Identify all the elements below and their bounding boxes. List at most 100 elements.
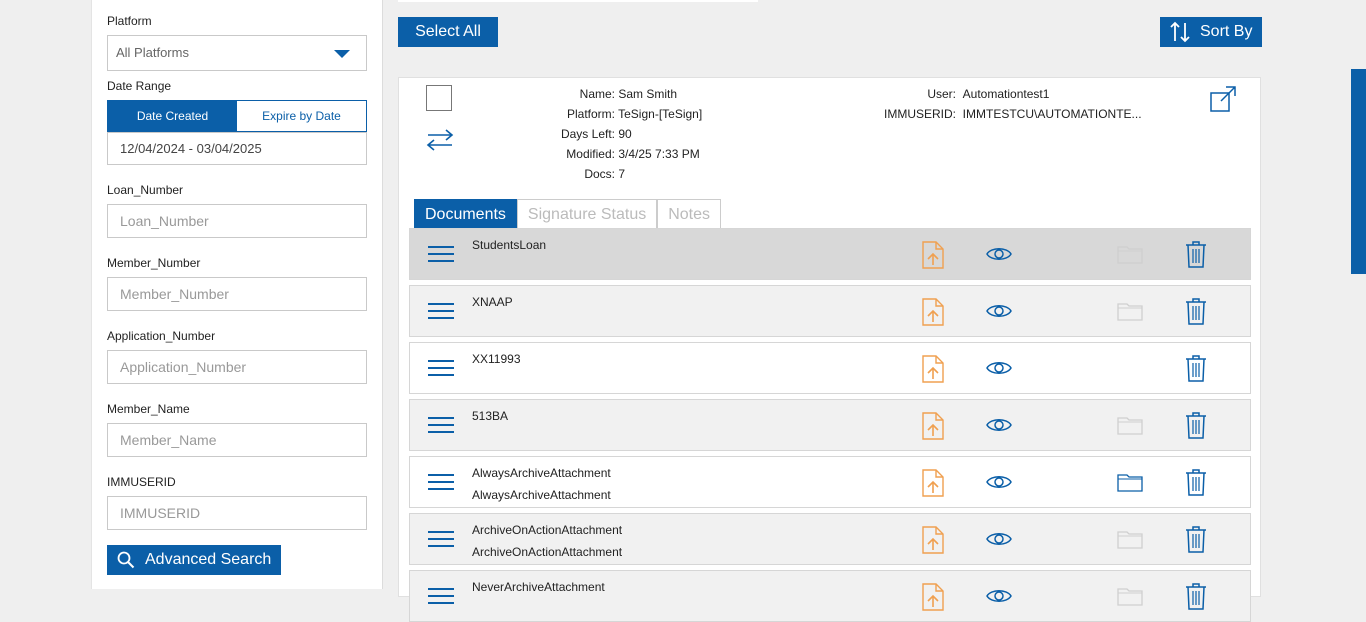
trash-icon[interactable] bbox=[1185, 582, 1207, 610]
external-link-icon[interactable] bbox=[1209, 85, 1237, 113]
folder-icon bbox=[1117, 303, 1143, 321]
select-all-button[interactable]: Select All bbox=[398, 17, 498, 47]
document-row[interactable]: AlwaysArchiveAttachment AlwaysArchiveAtta… bbox=[409, 456, 1251, 508]
date-range-input[interactable]: 12/04/2024 - 03/04/2025 bbox=[107, 132, 367, 165]
document-name: XNAAP bbox=[472, 295, 513, 309]
folder-icon bbox=[1117, 588, 1143, 606]
member-name-label: Member_Name bbox=[107, 402, 190, 416]
menu-icon[interactable] bbox=[428, 588, 454, 609]
upload-document-icon[interactable] bbox=[922, 241, 944, 269]
document-row[interactable]: XX11993 bbox=[409, 342, 1251, 394]
sort-icon bbox=[1170, 21, 1190, 43]
document-row[interactable]: 513BA bbox=[409, 399, 1251, 451]
upload-document-icon[interactable] bbox=[922, 583, 944, 611]
platform-value: All Platforms bbox=[116, 45, 189, 60]
scrollbar-thumb[interactable] bbox=[1351, 69, 1366, 274]
document-name: AlwaysArchiveAttachment bbox=[472, 466, 611, 480]
platform-select[interactable]: All Platforms bbox=[107, 35, 367, 71]
advanced-search-label: Advanced Search bbox=[145, 551, 272, 568]
record-meta-left: Name: Sam Smith Platform: TeSign-[TeSign… bbox=[549, 84, 702, 184]
filter-panel: Platform All Platforms Date Range Date C… bbox=[91, 0, 383, 589]
tab-documents[interactable]: Documents bbox=[414, 199, 517, 230]
modified-value: 3/4/25 7:33 PM bbox=[618, 147, 700, 161]
docs-key: Docs: bbox=[584, 167, 615, 181]
document-name: 513BA bbox=[472, 409, 509, 423]
eye-icon[interactable] bbox=[986, 302, 1012, 320]
document-row[interactable]: ArchiveOnActionAttachment ArchiveOnAction… bbox=[409, 513, 1251, 565]
upload-document-icon[interactable] bbox=[922, 355, 944, 383]
member-number-input[interactable]: Member_Number bbox=[107, 277, 367, 311]
top-search-strip bbox=[398, 0, 758, 2]
upload-document-icon[interactable] bbox=[922, 469, 944, 497]
document-row[interactable]: StudentsLoan bbox=[409, 228, 1251, 280]
docs-value: 7 bbox=[618, 167, 626, 181]
eye-icon[interactable] bbox=[986, 416, 1012, 434]
date-range-label: Date Range bbox=[107, 79, 172, 93]
eye-icon[interactable] bbox=[986, 473, 1012, 491]
document-name: ArchiveOnActionAttachment bbox=[472, 523, 623, 537]
document-subname: AlwaysArchiveAttachment bbox=[472, 488, 611, 502]
record-checkbox[interactable] bbox=[426, 85, 452, 111]
trash-icon[interactable] bbox=[1185, 411, 1207, 439]
record-card: Name: Sam Smith Platform: TeSign-[TeSign… bbox=[398, 77, 1261, 622]
menu-icon[interactable] bbox=[428, 360, 454, 381]
menu-icon[interactable] bbox=[428, 474, 454, 495]
days-left-value: 90 bbox=[618, 127, 632, 141]
tab-notes[interactable]: Notes bbox=[657, 199, 722, 230]
member-number-label: Member_Number bbox=[107, 256, 201, 270]
immuserid-value: IMMTESTCU\AUTOMATIONTE... bbox=[962, 107, 1142, 121]
name-key: Name: bbox=[579, 87, 615, 101]
platform-label: Platform bbox=[107, 14, 152, 28]
platform-value-text: TeSign-[TeSign] bbox=[618, 107, 703, 121]
trash-icon[interactable] bbox=[1185, 525, 1207, 553]
trash-icon[interactable] bbox=[1185, 240, 1207, 268]
folder-icon bbox=[1117, 417, 1143, 435]
upload-document-icon[interactable] bbox=[922, 298, 944, 326]
trash-icon[interactable] bbox=[1185, 354, 1207, 382]
search-icon bbox=[117, 551, 135, 569]
folder-icon bbox=[1117, 246, 1143, 264]
record-meta-right: User: Automationtest1 IMMUSERID: IMMTEST… bbox=[879, 84, 1142, 124]
document-row[interactable]: XNAAP bbox=[409, 285, 1251, 337]
platform-key: Platform: bbox=[566, 107, 615, 121]
expire-by-date-toggle[interactable]: Expire by Date bbox=[237, 101, 366, 131]
name-value: Sam Smith bbox=[618, 87, 678, 101]
user-key: User: bbox=[927, 87, 956, 101]
member-name-input[interactable]: Member_Name bbox=[107, 423, 367, 457]
immuserid-key: IMMUSERID: bbox=[884, 107, 956, 121]
caret-down-icon bbox=[334, 50, 350, 58]
eye-icon[interactable] bbox=[986, 359, 1012, 377]
immuserid-input[interactable]: IMMUSERID bbox=[107, 496, 367, 530]
loan-number-input[interactable]: Loan_Number bbox=[107, 204, 367, 238]
upload-document-icon[interactable] bbox=[922, 412, 944, 440]
sort-by-button[interactable]: Sort By bbox=[1160, 17, 1262, 47]
record-tabs: Documents Signature Status Notes bbox=[414, 199, 722, 230]
sort-by-label: Sort By bbox=[1200, 23, 1253, 40]
menu-icon[interactable] bbox=[428, 303, 454, 324]
date-created-toggle[interactable]: Date Created bbox=[108, 101, 237, 131]
trash-icon[interactable] bbox=[1185, 297, 1207, 325]
loan-number-label: Loan_Number bbox=[107, 183, 184, 197]
eye-icon[interactable] bbox=[986, 587, 1012, 605]
document-name: StudentsLoan bbox=[472, 238, 547, 252]
eye-icon[interactable] bbox=[986, 245, 1012, 263]
advanced-search-button[interactable]: Advanced Search bbox=[107, 545, 281, 575]
document-name: NeverArchiveAttachment bbox=[472, 580, 605, 594]
modified-key: Modified: bbox=[566, 147, 615, 161]
menu-icon[interactable] bbox=[428, 531, 454, 552]
document-subname: ArchiveOnActionAttachment bbox=[472, 545, 623, 559]
menu-icon[interactable] bbox=[428, 246, 454, 267]
document-name: XX11993 bbox=[472, 352, 521, 366]
application-number-input[interactable]: Application_Number bbox=[107, 350, 367, 384]
trash-icon[interactable] bbox=[1185, 468, 1207, 496]
tab-signature-status[interactable]: Signature Status bbox=[516, 199, 658, 230]
folder-icon[interactable] bbox=[1117, 472, 1143, 492]
swap-icon[interactable] bbox=[426, 128, 454, 152]
eye-icon[interactable] bbox=[986, 530, 1012, 548]
folder-icon bbox=[1117, 531, 1143, 549]
user-value: Automationtest1 bbox=[962, 87, 1050, 101]
upload-document-icon[interactable] bbox=[922, 526, 944, 554]
menu-icon[interactable] bbox=[428, 417, 454, 438]
application-number-label: Application_Number bbox=[107, 329, 216, 343]
document-row[interactable]: NeverArchiveAttachment bbox=[409, 570, 1251, 622]
